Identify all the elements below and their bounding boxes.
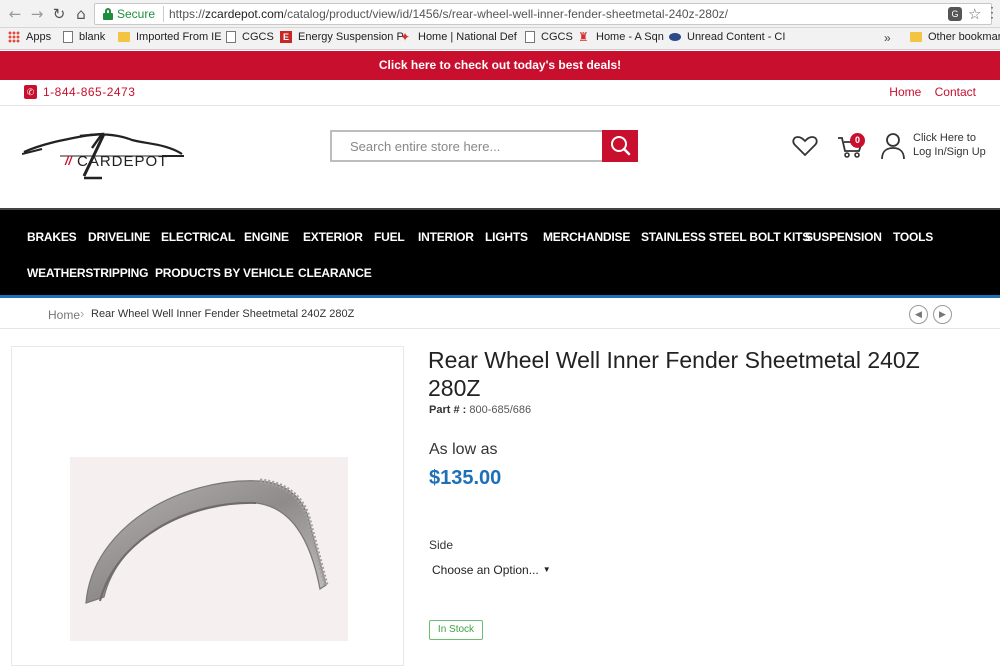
part-number: Part # : 800-685/686 [429, 404, 531, 416]
nav-merchandise[interactable]: MERCHANDISE [543, 230, 630, 244]
breadcrumb-current: Rear Wheel Well Inner Fender Sheetmetal … [91, 308, 355, 320]
top-link-contact[interactable]: Contact [935, 85, 976, 99]
phone-number[interactable]: 1-844-865-2473 [43, 85, 135, 99]
page-icon [63, 31, 73, 44]
url-path: /catalog/product/view/id/1456/s/rear-whe… [283, 7, 728, 21]
browser-toolbar: ← → ↻ ⌂ Secure https://zcardepot.com/cat… [0, 0, 1000, 28]
top-bar: ✆ 1-844-865-2473 Home Contact [0, 80, 1000, 106]
bookmark-energy[interactable]: E Energy Suspension P [280, 31, 404, 47]
part-number-value: 800-685/686 [469, 404, 532, 416]
other-bookmarks[interactable]: Other bookmark [910, 31, 1000, 47]
address-bar[interactable]: Secure https://zcardepot.com/catalog/pro… [94, 3, 992, 25]
translate-icon[interactable]: G [948, 7, 962, 21]
energy-logo-icon: E [280, 31, 292, 44]
breadcrumb-home[interactable]: Home [48, 308, 80, 322]
apps-grid-icon [8, 31, 20, 44]
bookmark-apps[interactable]: Apps [8, 31, 51, 47]
part-number-label: Part # : [429, 404, 467, 416]
browser-menu-icon[interactable]: ⋮ [985, 4, 999, 21]
bookmark-star-icon[interactable]: ☆ [968, 5, 981, 23]
nav-engine[interactable]: ENGINE [244, 230, 289, 244]
product-gallery [11, 346, 404, 666]
product-title: Rear Wheel Well Inner Fender Sheetmetal … [428, 347, 920, 401]
nav-weatherstripping[interactable]: WEATHERSTRIPPING [27, 266, 148, 280]
bookmark-cgcs[interactable]: CGCS [226, 31, 274, 47]
main-navigation: BRAKES DRIVELINE ELECTRICAL ENGINE EXTER… [0, 208, 1000, 298]
cart-count-badge: 0 [850, 133, 865, 148]
nav-driveline[interactable]: DRIVELINE [88, 230, 150, 244]
top-link-home[interactable]: Home [889, 85, 921, 99]
breadcrumb: Home › Rear Wheel Well Inner Fender Shee… [0, 300, 1000, 329]
secure-label: Secure [117, 7, 156, 21]
crest-icon: ♜ [578, 30, 589, 45]
login-link[interactable]: Click Here to Log In/Sign Up [913, 131, 986, 159]
page-icon [226, 31, 236, 44]
stock-status-badge: In Stock [429, 620, 483, 640]
phone-icon: ✆ [24, 85, 37, 99]
search-icon [611, 136, 631, 156]
ford-logo-icon [669, 33, 681, 42]
forward-arrow-icon[interactable]: → [28, 5, 46, 23]
bookmarks-overflow-icon[interactable]: » [884, 31, 891, 45]
reload-icon[interactable]: ↻ [50, 5, 68, 23]
lock-icon [103, 8, 113, 20]
product-image[interactable] [70, 457, 348, 641]
nav-exterior[interactable]: EXTERIOR [303, 230, 363, 244]
next-product-icon[interactable]: ▶ [933, 305, 952, 324]
back-arrow-icon[interactable]: ← [6, 5, 24, 23]
nav-lights[interactable]: LIGHTS [485, 230, 528, 244]
bookmark-a-sqn[interactable]: ♜ Home - A Sqn [578, 31, 664, 47]
promo-banner[interactable]: Click here to check out today's best dea… [0, 51, 1000, 80]
wishlist-heart-icon[interactable] [792, 134, 818, 158]
login-line-2: Log In/Sign Up [913, 146, 986, 158]
logo-stripes: // [65, 154, 72, 168]
search-input[interactable] [332, 132, 602, 160]
url-scheme: https:// [169, 7, 206, 21]
bookmark-national-def[interactable]: ✦ Home | National Def [400, 31, 517, 47]
nav-products-by-vehicle[interactable]: PRODUCTS BY VEHICLE [155, 266, 294, 280]
fender-arch-image [85, 478, 329, 604]
prev-product-icon[interactable]: ◀ [909, 305, 928, 324]
login-line-1: Click Here to [913, 132, 976, 144]
nav-brakes[interactable]: BRAKES [27, 230, 77, 244]
option-label: Side [429, 538, 454, 552]
logo-wordmark: CARDEPOT [77, 153, 169, 170]
dropdown-arrow-icon: ▼ [542, 565, 551, 574]
search-box [330, 130, 602, 162]
folder-icon [118, 32, 130, 43]
url-text[interactable]: https://zcardepot.com/catalog/product/vi… [169, 7, 728, 21]
site-header: // CARDEPOT 0 Click Here to Log In/Sign … [0, 106, 1000, 208]
price-prefix: As low as [429, 441, 498, 458]
product-price: $135.00 [429, 467, 502, 489]
side-option-value: Choose an Option... [432, 563, 539, 577]
side-option-select[interactable]: Choose an Option... ▼ [432, 563, 551, 577]
nav-stainless-bolt-kits[interactable]: STAINLESS STEEL BOLT KITS [641, 230, 810, 244]
breadcrumb-separator: › [80, 306, 85, 321]
nav-suspension[interactable]: SUSPENSION [805, 230, 882, 244]
bookmark-blank[interactable]: blank [63, 31, 105, 47]
nav-interior[interactable]: INTERIOR [418, 230, 474, 244]
page-icon [525, 31, 535, 44]
site-logo[interactable]: // CARDEPOT [21, 130, 187, 190]
folder-icon [910, 32, 922, 43]
url-divider [163, 6, 164, 22]
search-button[interactable] [602, 130, 638, 162]
bookmark-imported[interactable]: Imported From IE [118, 31, 222, 47]
user-account-icon[interactable] [880, 132, 906, 160]
bookmarks-bar: Apps blank Imported From IE CGCS E Energy… [0, 28, 1000, 50]
home-icon[interactable]: ⌂ [72, 5, 90, 23]
top-links: Home Contact [879, 85, 976, 99]
bookmark-cgcs-2[interactable]: CGCS [525, 31, 573, 47]
nav-tools[interactable]: TOOLS [893, 230, 933, 244]
nav-fuel[interactable]: FUEL [374, 230, 405, 244]
url-host: zcardepot.com [205, 7, 284, 21]
nav-clearance[interactable]: CLEARANCE [298, 266, 372, 280]
bookmark-unread[interactable]: Unread Content - CI [669, 31, 785, 47]
nav-electrical[interactable]: ELECTRICAL [161, 230, 235, 244]
maple-leaf-icon: ✦ [400, 30, 411, 45]
